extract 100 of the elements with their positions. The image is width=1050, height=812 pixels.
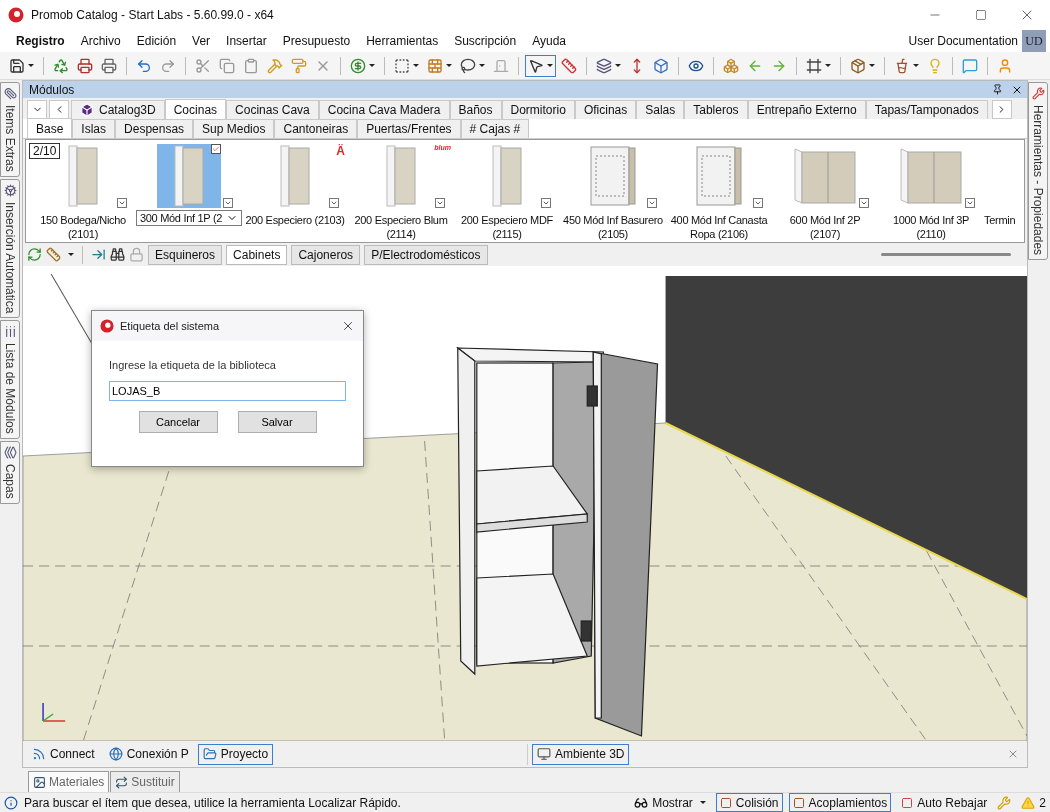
caret-icon[interactable] [413, 64, 419, 67]
ruler-icon[interactable] [561, 57, 577, 74]
chat-icon[interactable] [962, 57, 978, 74]
side-tab[interactable]: Herramientas - Propiedades [1028, 82, 1048, 261]
scrollbar[interactable] [881, 253, 1011, 256]
menu-item[interactable]: Suscripción [446, 34, 525, 48]
side-tab[interactable]: Lista de Módulos [0, 320, 20, 439]
save-icon[interactable] [9, 57, 25, 74]
catalog-tab[interactable]: Salas [636, 100, 685, 119]
menu-item[interactable]: Archivo [72, 34, 129, 48]
expand-icon[interactable] [117, 198, 127, 208]
side-tab[interactable]: Capas [0, 440, 20, 504]
caret-icon[interactable] [547, 64, 553, 67]
category-tab[interactable]: Cabinets [226, 244, 288, 265]
close-icon[interactable] [341, 319, 355, 333]
menu-item[interactable]: Registro [8, 34, 73, 48]
paste-icon[interactable] [243, 57, 259, 74]
document-tab[interactable]: Ambiente 3D [532, 743, 630, 765]
boxes-icon[interactable] [723, 57, 739, 74]
module-label[interactable]: 150 Bodega/Nicho (2101) [40, 213, 126, 241]
cup-icon[interactable] [894, 57, 910, 74]
cube-icon[interactable] [653, 57, 669, 74]
module-label[interactable]: 200 Especiero (2103) [245, 213, 345, 227]
recycle-icon[interactable] [53, 57, 69, 74]
status-toggle[interactable]: Colisión [715, 793, 783, 812]
cut-icon[interactable] [195, 57, 211, 74]
menu-item[interactable]: Insertar [218, 34, 275, 48]
copy-icon[interactable] [219, 57, 235, 74]
caret-icon[interactable] [869, 64, 875, 67]
catalog-tab[interactable]: Dormitorio [501, 100, 575, 119]
caret-icon[interactable] [913, 64, 919, 67]
group-tab[interactable]: # Cajas # [460, 119, 530, 138]
expand-icon[interactable] [647, 198, 657, 208]
caret-icon[interactable] [615, 64, 621, 67]
module-label[interactable]: 600 Mód Inf 2P (2107) [789, 213, 861, 241]
group-tab[interactable]: Base [27, 118, 73, 138]
menu-item[interactable]: Edición [128, 34, 185, 48]
module-label[interactable]: 200 Especiero Blum (2114) [354, 213, 448, 241]
category-tab[interactable]: Cajoneros [291, 244, 361, 265]
package-icon[interactable] [850, 57, 866, 74]
menu-item[interactable]: Ayuda [524, 34, 575, 48]
search-icon[interactable] [110, 247, 125, 262]
caret-icon[interactable] [446, 64, 452, 67]
catalog-tab[interactable]: Cocinas [164, 99, 227, 119]
expand-icon[interactable] [223, 198, 233, 208]
catalog-tab[interactable]: Oficinas [574, 100, 637, 119]
document-tab[interactable]: Proyecto [197, 743, 274, 765]
maximize-icon[interactable] [975, 9, 987, 21]
module-label[interactable]: 450 Mód Inf Basurero (2105) [563, 213, 663, 241]
printer-icon[interactable] [101, 57, 117, 74]
dialog-button[interactable]: Salvar [237, 411, 317, 433]
lasso-icon[interactable] [460, 57, 476, 74]
frame-view-icon[interactable] [806, 57, 822, 74]
expand-icon[interactable] [965, 198, 975, 208]
group-tab[interactable]: Sup Medios [193, 119, 275, 138]
frame-icon[interactable] [394, 57, 410, 74]
warning-count[interactable]: 2 [1017, 793, 1050, 812]
status-toggle[interactable]: Auto Rebajar [897, 793, 992, 812]
insert-icon[interactable] [91, 247, 106, 262]
catalog-tab[interactable]: Entrepaño Externo [747, 100, 866, 119]
user-avatar[interactable]: UD [1022, 30, 1046, 52]
expand-icon[interactable] [859, 198, 869, 208]
group-tab[interactable]: Puertas/Frentes [357, 119, 461, 138]
refresh-icon[interactable] [27, 247, 42, 262]
caret-icon[interactable] [68, 253, 74, 256]
module-dropdown[interactable]: 300 Mód Inf 1P (2 [135, 210, 243, 226]
module-label[interactable]: 400 Mód Inf Canasta Ropa (2106) [670, 213, 768, 241]
catalog-tab[interactable]: Cocina Cava Madera [318, 100, 450, 119]
category-tab[interactable]: P/Electrodomésticos [364, 244, 488, 265]
layers-icon[interactable] [596, 57, 612, 74]
side-tab[interactable]: Inserción Automática [0, 178, 20, 319]
caret-icon[interactable] [28, 64, 34, 67]
status-toggle[interactable]: Mostrar [630, 793, 710, 812]
pin-icon[interactable] [992, 84, 1003, 95]
catalog-tab[interactable]: Catalog3D [71, 100, 165, 119]
caret-icon[interactable] [699, 801, 706, 804]
ruler-icon[interactable] [46, 247, 61, 262]
module-label[interactable]: 1000 Mód Inf 3P (2110) [892, 213, 970, 241]
side-tab[interactable]: Items Extras [0, 82, 20, 177]
menu-item[interactable]: Herramientas [358, 34, 447, 48]
printer-icon[interactable] [77, 57, 93, 74]
expand-icon[interactable] [329, 198, 339, 208]
pointer-icon[interactable] [528, 57, 544, 74]
document-tab[interactable]: Connect [27, 743, 100, 765]
caret-icon[interactable] [479, 64, 485, 67]
category-tab[interactable]: Esquineros [148, 244, 223, 265]
module-label[interactable]: Termin [984, 213, 1016, 227]
expand-icon[interactable] [753, 198, 763, 208]
group-tab[interactable]: Despensas [115, 119, 194, 138]
expand-icon[interactable] [435, 198, 445, 208]
catalog-tab[interactable]: Tableros [684, 100, 748, 119]
bottom-tab[interactable]: Sustituir [110, 771, 180, 792]
bottom-tab[interactable]: Materiales [28, 771, 110, 792]
catalog-tab[interactable]: Tapas/Tamponados [865, 100, 988, 119]
item-checkbox[interactable] [211, 144, 221, 154]
dialog-button[interactable]: Cancelar [138, 411, 218, 433]
menu-item[interactable]: Ver [184, 34, 219, 48]
caret-icon[interactable] [369, 64, 375, 67]
group-tab[interactable]: Cantoneiras [274, 119, 358, 138]
catalog-tab[interactable]: Cocinas Cava [226, 100, 319, 119]
